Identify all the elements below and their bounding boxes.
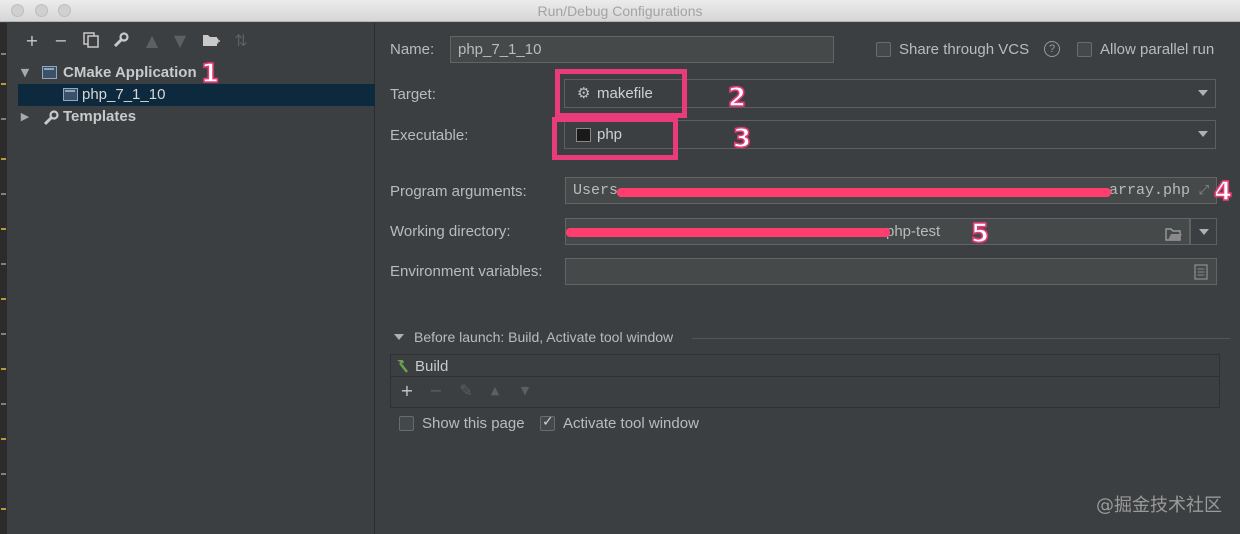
annotation-number-5: 5 bbox=[970, 218, 990, 250]
list-item-label: Build bbox=[415, 358, 449, 375]
cmake-config-icon bbox=[42, 66, 57, 79]
tree-node-cmake-application[interactable]: ▼ CMake Application bbox=[8, 62, 365, 84]
arrow-down-icon[interactable]: ▼ bbox=[171, 32, 189, 50]
copy-icon[interactable] bbox=[82, 32, 100, 50]
sidebar-toolbar: + − ▲ ▼ ⇅ bbox=[8, 23, 375, 57]
wrench-icon[interactable] bbox=[112, 32, 130, 50]
edit-document-icon[interactable] bbox=[1194, 264, 1208, 284]
sort-icon[interactable]: ⇅ bbox=[232, 32, 250, 50]
working-directory-dropdown[interactable] bbox=[1190, 218, 1217, 245]
folder-open-icon[interactable] bbox=[1165, 224, 1183, 249]
redaction-mark bbox=[617, 188, 1111, 197]
minus-icon[interactable]: − bbox=[52, 32, 70, 50]
section-divider bbox=[692, 338, 1230, 339]
hammer-icon bbox=[394, 358, 410, 378]
title-bar: Run/Debug Configurations bbox=[0, 0, 1240, 22]
tree-label-cmake-application: CMake Application bbox=[63, 64, 197, 81]
arrow-down-icon[interactable]: ▼ bbox=[516, 382, 534, 400]
annotation-number-1: 1 bbox=[200, 58, 220, 90]
name-label: Name: bbox=[390, 41, 435, 58]
tree-label-templates: Templates bbox=[63, 108, 137, 125]
program-arguments-value-end: array.php bbox=[1108, 182, 1190, 199]
collapse-arrow-icon[interactable] bbox=[394, 334, 404, 340]
program-arguments-label: Program arguments: bbox=[390, 183, 527, 200]
target-label: Target: bbox=[390, 86, 436, 103]
show-this-page-label: Show this page bbox=[422, 415, 525, 432]
allow-parallel-label: Allow parallel run bbox=[1100, 41, 1215, 58]
before-launch-header: Before launch: Build, Activate tool wind… bbox=[414, 329, 674, 345]
annotation-box-target bbox=[555, 69, 687, 118]
tree-node-templates[interactable]: ▶ Templates bbox=[8, 106, 365, 128]
working-directory-label: Working directory: bbox=[390, 223, 511, 240]
help-icon[interactable]: ? bbox=[1044, 41, 1060, 57]
plus-icon[interactable]: + bbox=[23, 32, 41, 50]
tree-node-php-config[interactable]: php_7_1_10 bbox=[18, 84, 375, 106]
run-debug-window: Run/Debug Configurations + − ▲ ▼ ⇅ ▼ CMa… bbox=[0, 0, 1240, 534]
minus-icon[interactable]: − bbox=[427, 382, 445, 400]
configurations-sidebar: + − ▲ ▼ ⇅ ▼ CMake Application php_7_1_10 bbox=[8, 23, 375, 534]
share-vcs-label: Share through VCS bbox=[899, 41, 1030, 58]
folder-add-icon[interactable] bbox=[202, 32, 220, 50]
program-arguments-value-start: Users bbox=[573, 182, 619, 199]
list-item[interactable]: Build bbox=[391, 355, 1219, 377]
share-vcs-checkbox[interactable] bbox=[876, 42, 891, 57]
environment-variables-label: Environment variables: bbox=[390, 263, 543, 280]
annotation-number-2: 2 bbox=[727, 82, 747, 114]
annotation-number-4: 4 bbox=[1213, 176, 1233, 208]
activate-tool-window-checkbox[interactable] bbox=[540, 414, 555, 431]
chevron-down-icon[interactable] bbox=[1198, 131, 1208, 137]
show-this-page-checkbox[interactable] bbox=[399, 416, 414, 431]
configuration-form: Name: php_7_1_10 Share through VCS ? All… bbox=[376, 23, 1240, 534]
before-launch-list: Build + − ✎ ▲ ▼ bbox=[390, 354, 1220, 408]
annotation-number-3: 3 bbox=[732, 123, 752, 155]
cmake-config-icon bbox=[63, 88, 78, 101]
watermark: @掘金技术社区 bbox=[1096, 495, 1222, 516]
pencil-icon[interactable]: ✎ bbox=[457, 382, 475, 400]
redaction-mark bbox=[566, 228, 890, 237]
wrench-icon bbox=[43, 110, 59, 133]
collapse-arrow-icon[interactable]: ▶ bbox=[19, 106, 31, 128]
working-directory-value-end: php-test bbox=[886, 223, 941, 240]
activate-tool-window-label: Activate tool window bbox=[563, 415, 699, 432]
plus-icon[interactable]: + bbox=[398, 382, 416, 400]
arrow-up-icon[interactable]: ▲ bbox=[486, 382, 504, 400]
name-input[interactable]: php_7_1_10 bbox=[450, 36, 834, 63]
expand-arrow-icon[interactable]: ▼ bbox=[19, 62, 31, 84]
allow-parallel-checkbox[interactable] bbox=[1077, 42, 1092, 57]
arrow-up-icon[interactable]: ▲ bbox=[143, 32, 161, 50]
executable-label: Executable: bbox=[390, 127, 469, 144]
expand-icon[interactable]: ⤢ bbox=[1199, 178, 1209, 203]
environment-variables-input[interactable] bbox=[565, 258, 1217, 285]
before-launch-section: Before launch: Build, Activate tool wind… bbox=[390, 329, 1230, 346]
chevron-down-icon[interactable] bbox=[1198, 90, 1208, 96]
background-editor-gutter bbox=[0, 23, 7, 534]
tree-label-php-config: php_7_1_10 bbox=[82, 86, 166, 103]
annotation-box-executable bbox=[552, 117, 678, 160]
chevron-down-icon[interactable] bbox=[1199, 229, 1209, 235]
window-title: Run/Debug Configurations bbox=[537, 3, 703, 19]
